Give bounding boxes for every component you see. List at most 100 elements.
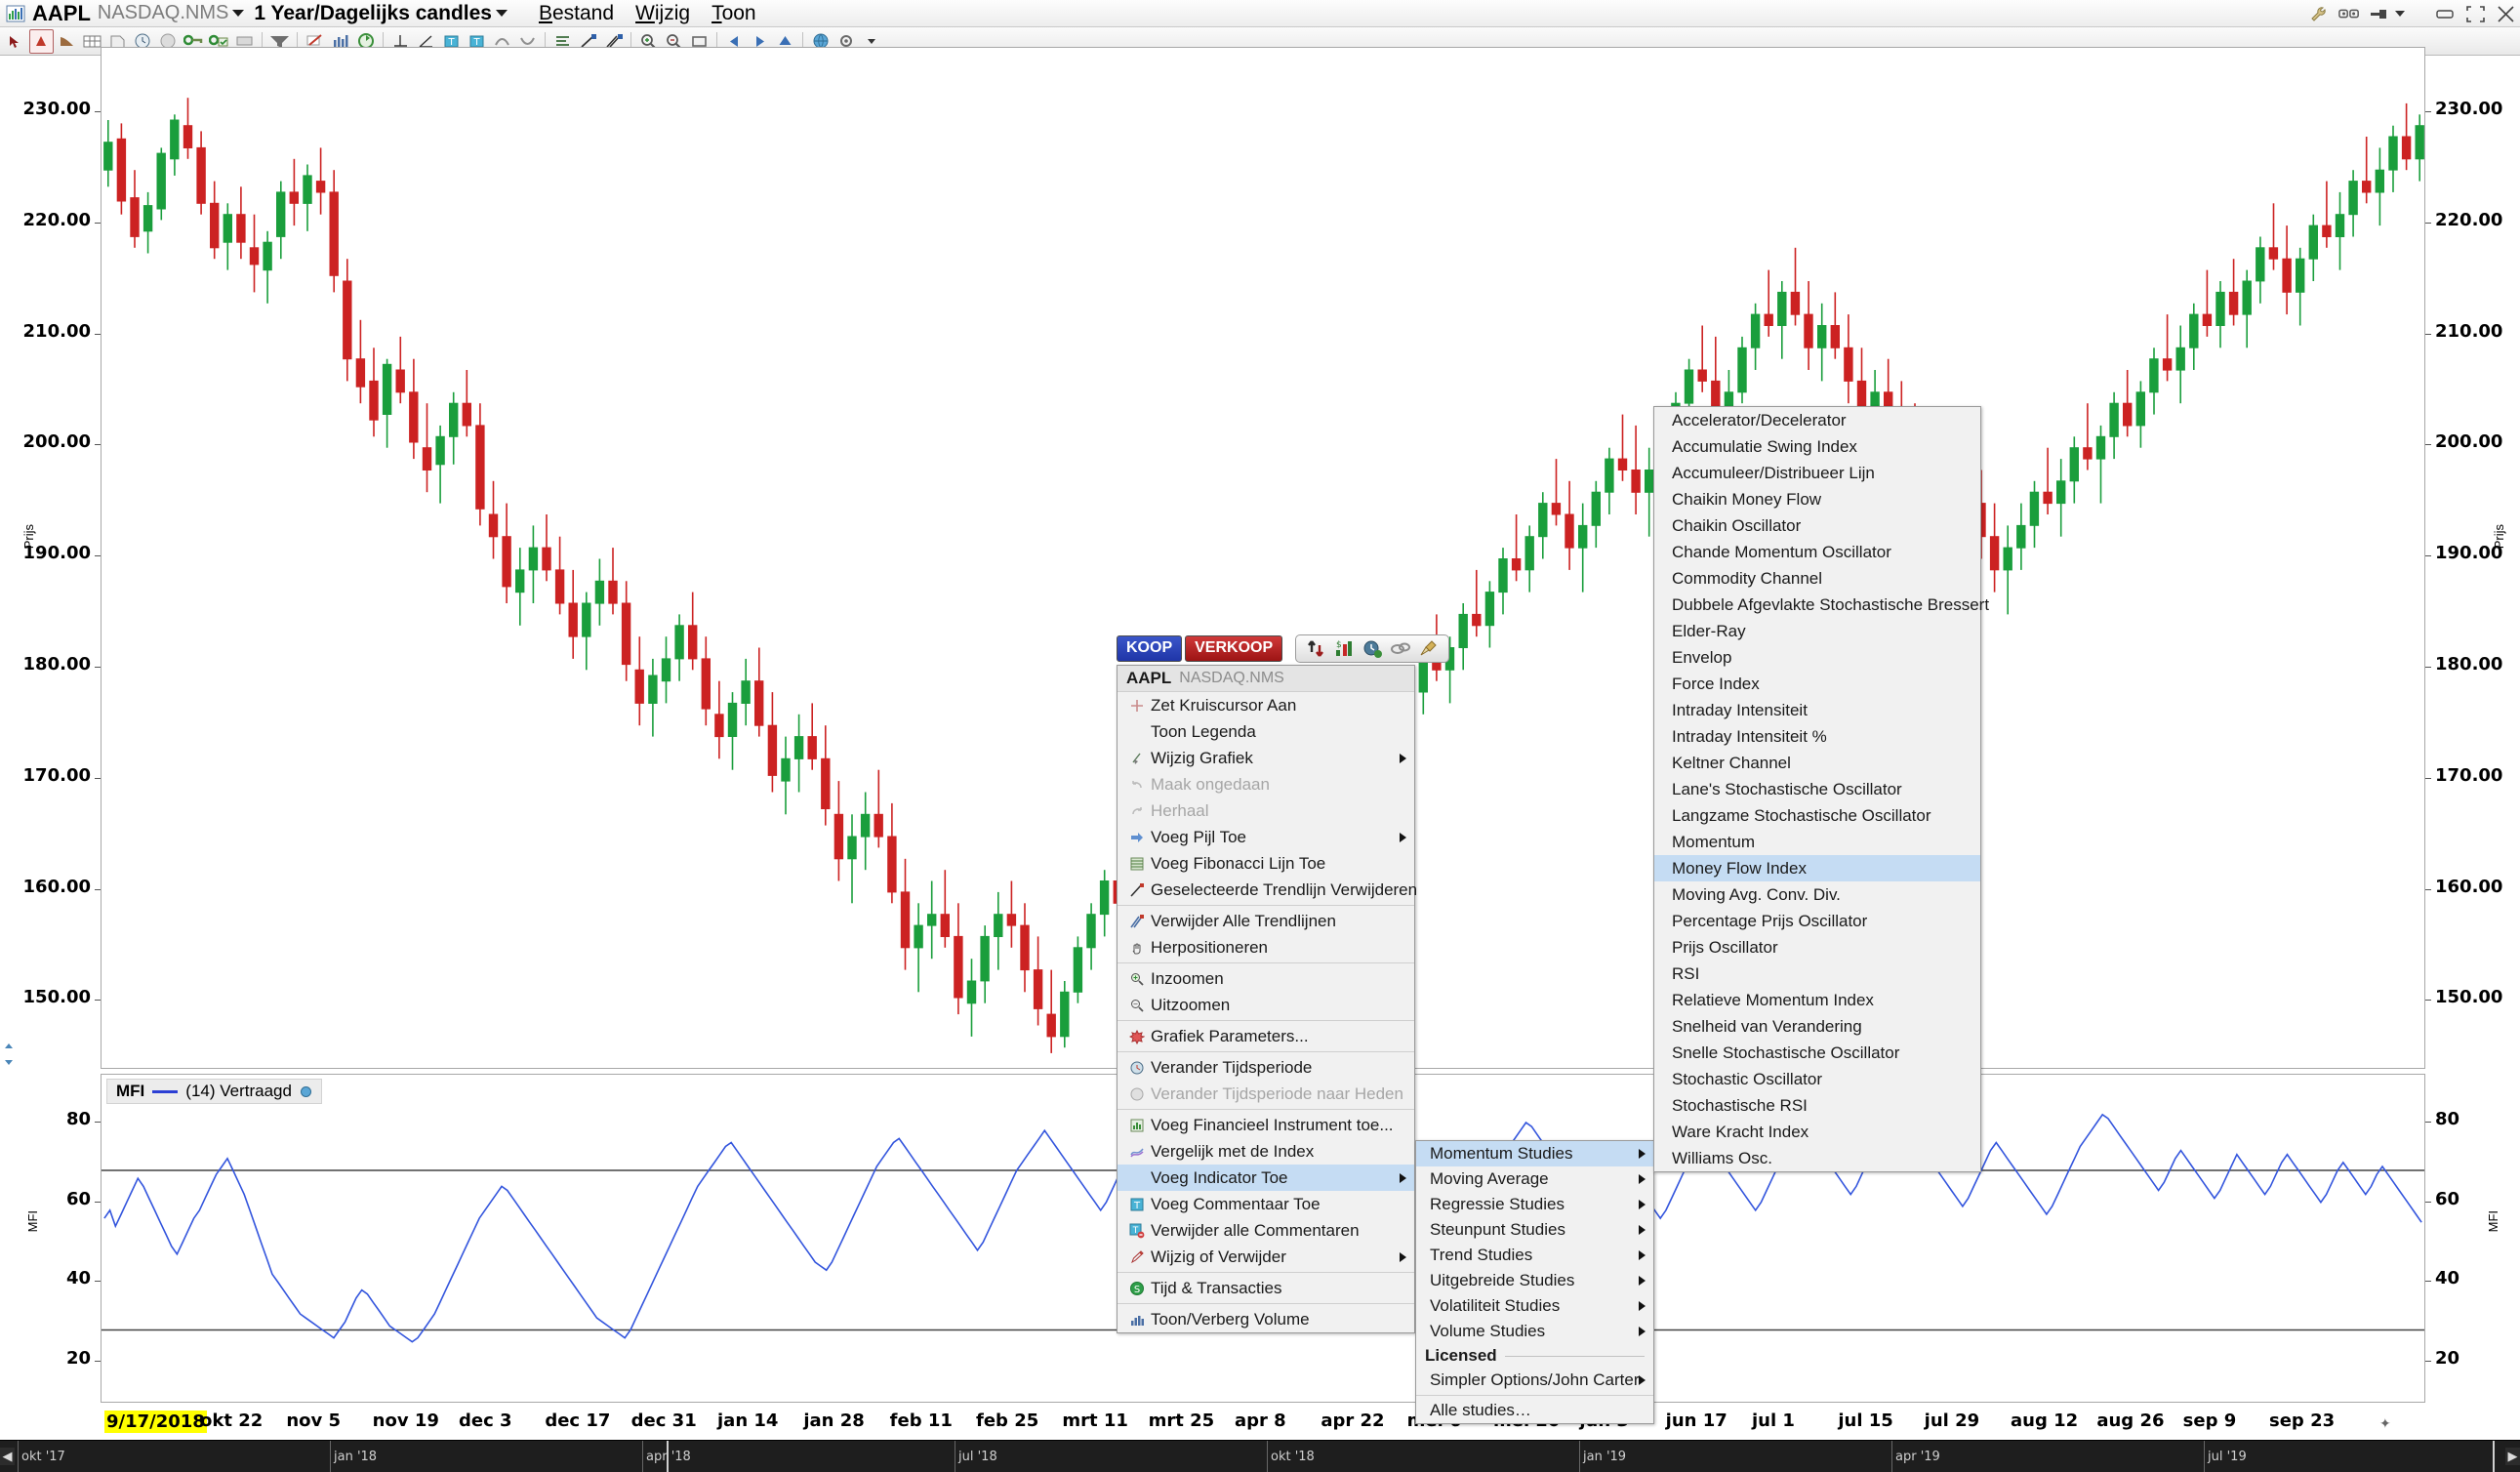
timeline-selection[interactable] — [667, 1441, 2495, 1472]
menu-item[interactable]: Williams Osc. — [1654, 1145, 1980, 1171]
close-icon[interactable] — [2495, 4, 2516, 23]
buy-button[interactable]: KOOP — [1117, 635, 1183, 662]
menu-item[interactable]: Accelerator/Decelerator — [1654, 407, 1980, 433]
context-menu-item[interactable]: Herpositioneren — [1118, 934, 1414, 961]
broom-icon[interactable] — [1418, 638, 1440, 659]
menu-item[interactable]: Relatieve Momentum Index — [1654, 987, 1980, 1013]
context-menu-item[interactable]: Toon Legenda — [1118, 718, 1414, 745]
symbol-dropdown-icon[interactable] — [232, 10, 245, 17]
menu-item[interactable]: Momentum — [1654, 829, 1980, 855]
fibonacci-icon — [1127, 856, 1147, 872]
context-menu-item[interactable]: Voeg Fibonacci Lijn Toe — [1118, 850, 1414, 877]
sell-button[interactable]: VERKOOP — [1185, 635, 1283, 662]
menu-item[interactable]: Intraday Intensiteit % — [1654, 723, 1980, 750]
drawing-icon[interactable] — [55, 29, 79, 54]
menu-item[interactable]: RSI — [1654, 961, 1980, 987]
context-menu-item[interactable]: Voeg Financieel Instrument toe... — [1118, 1112, 1414, 1138]
maximize-icon[interactable] — [2464, 4, 2486, 23]
link-icon[interactable] — [2338, 4, 2360, 23]
context-menu-item[interactable]: Verwijder Alle Trendlijnen — [1118, 908, 1414, 934]
menu-item[interactable]: Chaikin Money Flow — [1654, 486, 1980, 512]
menu-item[interactable]: Envelop — [1654, 644, 1980, 671]
menu-item[interactable]: Stochastic Oscillator — [1654, 1066, 1980, 1092]
context-menu-item[interactable]: Zet Kruiscursor Aan — [1118, 692, 1414, 718]
mfi-tick-label: 80 — [65, 1109, 91, 1130]
pin-icon[interactable] — [2369, 4, 2390, 23]
menu-item[interactable]: Money Flow Index — [1654, 855, 1980, 881]
menu-item[interactable]: Accumulatie Swing Index — [1654, 433, 1980, 460]
price-axis-right[interactable]: Prijs 230.00 220.00 210.00 200.00 190.00 180.… — [2425, 56, 2520, 1078]
menu-item[interactable]: Lane's Stochastische Oscillator — [1654, 776, 1980, 802]
menu-item[interactable]: Accumuleer/Distribueer Lijn — [1654, 460, 1980, 486]
context-menu-item[interactable]: Grafiek Parameters... — [1118, 1023, 1414, 1049]
menu-item[interactable]: Momentum Studies — [1416, 1141, 1653, 1166]
menu-item[interactable]: Percentage Prijs Oscillator — [1654, 908, 1980, 934]
chart-context-menu[interactable]: AAPL NASDAQ.NMS Zet Kruiscursor Aan Toon … — [1117, 665, 1417, 1333]
scroll-left-icon[interactable]: ◀ — [0, 1448, 15, 1465]
minimize-icon[interactable] — [2434, 4, 2456, 23]
menu-item[interactable]: Trend Studies — [1416, 1243, 1653, 1268]
mfi-legend[interactable]: MFI (14) Vertraagd — [106, 1079, 322, 1104]
menu-item[interactable]: Force Index — [1654, 671, 1980, 697]
menu-item[interactable]: Chaikin Oscillator — [1654, 512, 1980, 539]
menu-item[interactable]: Volatiliteit Studies — [1416, 1293, 1653, 1319]
menu-item[interactable]: Snelheid van Verandering — [1654, 1013, 1980, 1040]
menu-item[interactable]: Intraday Intensiteit — [1654, 697, 1980, 723]
menu-item[interactable]: Volume Studies — [1416, 1319, 1653, 1344]
context-menu-item[interactable]: Wijzig Grafiek — [1118, 745, 1414, 771]
mfi-axis-right[interactable]: MFI 80 60 40 20 — [2425, 1074, 2520, 1403]
candlestick-icon[interactable] — [29, 28, 54, 54]
menu-item[interactable]: Langzame Stochastische Oscillator — [1654, 802, 1980, 829]
menu-item[interactable]: Stochastische RSI — [1654, 1092, 1980, 1119]
menu-item[interactable]: Uitgebreide Studies — [1416, 1268, 1653, 1293]
price-tick-label: 170.00 — [22, 764, 91, 786]
pin-dropdown-icon[interactable] — [2395, 11, 2405, 17]
menu-item[interactable]: Ware Kracht Index — [1654, 1119, 1980, 1145]
menu-item[interactable]: Simpler Options/John Carter — [1416, 1368, 1653, 1393]
menu-item-label: RSI — [1672, 963, 1700, 983]
date-axis[interactable]: 9/17/2018 okt 22 nov 5 nov 19 dec 3 dec 17 de… — [0, 1406, 2520, 1439]
timeline-scrollbar[interactable]: ◀ ▶ okt '17 jan '18 apr '18 jul '18 okt '18 j… — [0, 1440, 2520, 1472]
context-menu-item[interactable]: Vergelijk met de Index — [1118, 1138, 1414, 1165]
menu-item[interactable]: Prijs Oscillator — [1654, 934, 1980, 961]
context-menu-item[interactable]: T Voeg Commentaar Toe — [1118, 1191, 1414, 1217]
menu-toon[interactable]: Toon — [711, 2, 756, 25]
menu-item[interactable]: Snelle Stochastische Oscillator — [1654, 1040, 1980, 1066]
menu-item[interactable]: Keltner Channel — [1654, 750, 1980, 776]
cursor-icon[interactable] — [4, 29, 28, 54]
mfi-axis-left[interactable]: MFI 80 60 40 20 — [0, 1074, 101, 1403]
indicator-category-submenu[interactable]: Momentum Studies Moving Average Regressie … — [1415, 1140, 1654, 1424]
context-menu-item[interactable]: Inzoomen — [1118, 965, 1414, 992]
menu-bestand[interactable]: Bestand — [539, 2, 614, 25]
context-menu-item[interactable]: T Verwijder alle Commentaren — [1118, 1217, 1414, 1244]
order-updown-icon[interactable] — [1305, 638, 1326, 659]
context-menu-item[interactable]: Toon/Verberg Volume — [1118, 1306, 1414, 1332]
context-menu-item[interactable]: Verander Tijdsperiode — [1118, 1054, 1414, 1081]
context-menu-item[interactable]: Uitzoomen — [1118, 992, 1414, 1018]
menu-item[interactable]: Moving Average — [1416, 1166, 1653, 1192]
panel-resize-handle[interactable] — [2, 1042, 16, 1067]
context-menu-item[interactable]: Wijzig of Verwijder — [1118, 1244, 1414, 1270]
context-menu-item[interactable]: Voeg Indicator Toe — [1118, 1165, 1414, 1191]
menu-item[interactable]: Steunpunt Studies — [1416, 1217, 1653, 1243]
context-menu-item[interactable]: Geselecteerde Trendlijn Verwijderen — [1118, 877, 1417, 903]
wrench-icon[interactable] — [2308, 4, 2330, 23]
menu-item[interactable]: Moving Avg. Conv. Div. — [1654, 881, 1980, 908]
menu-item[interactable]: Elder-Ray — [1654, 618, 1980, 644]
menu-item[interactable]: Dubbele Afgevlakte Stochastische Bresser… — [1654, 592, 1989, 618]
menu-item[interactable]: Alle studies… — [1416, 1398, 1653, 1423]
menu-item[interactable]: Commodity Channel — [1654, 565, 1980, 592]
clock-globe-icon[interactable] — [1362, 638, 1383, 659]
price-axis-left[interactable]: Prijs 230.00 220.00 210.00 200.00 190.00 180.… — [0, 56, 101, 1078]
period-dropdown-icon[interactable] — [495, 10, 508, 17]
bar-dollar-icon[interactable]: $ — [1333, 638, 1355, 659]
momentum-studies-submenu[interactable]: Accelerator/Decelerator Accumulatie Swing… — [1653, 406, 1989, 1172]
scroll-right-icon[interactable]: ▶ — [2505, 1448, 2520, 1465]
menu-item[interactable]: Regressie Studies — [1416, 1192, 1653, 1217]
context-menu-item[interactable]: S Tijd & Transacties — [1118, 1275, 1414, 1301]
menu-item[interactable]: Chande Momentum Oscillator — [1654, 539, 1980, 565]
menu-item-label: Snelheid van Verandering — [1672, 1016, 1862, 1036]
chain-icon[interactable] — [1390, 638, 1411, 659]
context-menu-item[interactable]: Voeg Pijl Toe — [1118, 824, 1414, 850]
menu-wijzig[interactable]: Wijzig — [635, 2, 690, 25]
